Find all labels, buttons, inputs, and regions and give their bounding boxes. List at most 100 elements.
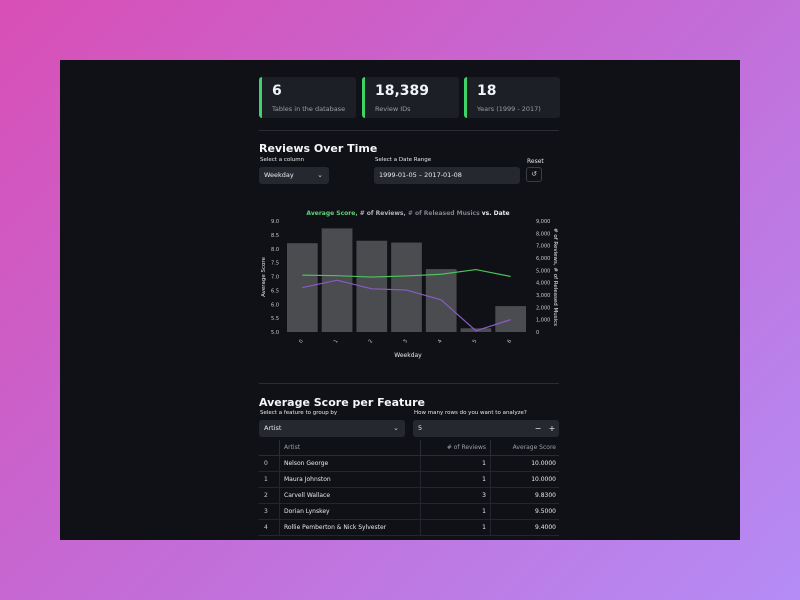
cell-num-reviews: 1 — [420, 455, 491, 472]
rows-number-input[interactable]: 5 − + — [413, 420, 559, 437]
section-title-feature: Average Score per Feature — [259, 396, 425, 409]
table-row: 0 Nelson George 1 10.0000 — [259, 455, 559, 472]
x-tick-label: 5 — [472, 339, 479, 345]
right-tick-label: 8,000 — [536, 231, 550, 237]
row-index: 4 — [259, 519, 280, 536]
right-tick-label: 3,000 — [536, 293, 550, 299]
series-line-average-score — [302, 268, 511, 278]
table-row: 2 Carvell Wallace 3 9.8300 — [259, 487, 559, 504]
header-num-reviews[interactable]: # of Reviews — [420, 440, 491, 456]
right-tick-label: 9,000 — [536, 219, 550, 225]
date-range-input[interactable]: 1999-01-05 – 2017-01-08 — [374, 167, 520, 184]
right-tick-label: 2,000 — [536, 305, 550, 311]
right-tick-label: 0 — [536, 330, 539, 336]
divider — [259, 130, 559, 131]
decrement-button[interactable]: − — [531, 420, 545, 437]
table-row: 1 Maura Johnston 1 10.0000 — [259, 471, 559, 488]
column-select-label: Select a column — [260, 157, 305, 163]
metric-card-tables: 6 Tables in the database — [259, 77, 356, 118]
chart-title-part: vs. Date — [480, 210, 510, 217]
x-tick-label: 0 — [298, 339, 305, 345]
section-title-reviews: Reviews Over Time — [259, 142, 378, 155]
metric-value: 18 — [477, 83, 497, 99]
group-select-label: Select a feature to group by — [260, 410, 338, 416]
bar — [321, 228, 353, 332]
right-tick-label: 7,000 — [536, 244, 550, 250]
left-tick-label: 6.5 — [271, 288, 279, 294]
cell-artist: Rollie Pemberton & Nick Sylvester — [279, 519, 421, 536]
bar — [356, 240, 388, 332]
right-tick-label: 6,000 — [536, 256, 550, 262]
date-range-label: Select a Date Range — [375, 157, 432, 163]
x-tick-label: 4 — [437, 339, 444, 345]
header-index — [259, 440, 280, 456]
reset-label: Reset — [527, 158, 544, 165]
cell-average-score: 10.0000 — [490, 455, 559, 472]
y-axis-label-right: # of Reviews, # of Released Musics — [552, 228, 558, 326]
cell-num-reviews: 3 — [420, 487, 491, 504]
metric-label: Tables in the database — [272, 105, 346, 113]
reset-button[interactable]: ↺ — [526, 167, 542, 182]
x-axis-label: Weekday — [394, 352, 422, 359]
rows-input-value: 5 — [418, 424, 423, 432]
x-tick-label: 3 — [402, 339, 409, 345]
x-tick-label: 6 — [506, 339, 513, 345]
cell-average-score: 10.0000 — [490, 471, 559, 488]
left-tick-label: 8.0 — [271, 247, 279, 253]
bar — [495, 306, 526, 332]
results-table: Artist # of Reviews Average Score 0 Nels… — [259, 440, 559, 536]
row-index: 3 — [259, 503, 280, 520]
app-window: 6 Tables in the database 18,389 Review I… — [60, 60, 740, 540]
left-tick-label: 6.0 — [271, 302, 279, 308]
left-tick-label: 7.0 — [271, 275, 279, 281]
header-artist[interactable]: Artist — [279, 440, 421, 456]
cell-num-reviews: 1 — [420, 471, 491, 488]
bar — [391, 242, 422, 332]
cell-average-score: 9.8300 — [490, 487, 559, 504]
chart-title: Average Score, # of Reviews, # of Releas… — [306, 210, 509, 217]
divider — [259, 383, 559, 384]
row-index: 1 — [259, 471, 280, 488]
column-select[interactable]: Weekday ⌄ — [259, 167, 329, 184]
left-tick-label: 5.0 — [271, 330, 279, 336]
column-select-value: Weekday — [264, 171, 294, 179]
metric-label: Review IDs — [375, 105, 411, 113]
metric-label: Years (1999 - 2017) — [477, 105, 541, 113]
chart-title-part: # of Released Musics — [408, 210, 480, 217]
cell-artist: Dorian Lynskey — [279, 503, 421, 520]
rows-input-label: How many rows do you want to analyze? — [414, 410, 527, 416]
x-tick-label: 2 — [368, 339, 375, 345]
table-row: 4 Rollie Pemberton & Nick Sylvester 1 9.… — [259, 519, 559, 536]
increment-button[interactable]: + — [545, 420, 559, 437]
cell-artist: Nelson George — [279, 455, 421, 472]
left-tick-label: 7.5 — [271, 261, 279, 267]
row-index: 2 — [259, 487, 280, 504]
chart-title-part: # of Reviews — [360, 210, 404, 217]
right-tick-label: 4,000 — [536, 281, 550, 287]
metric-card-years: 18 Years (1999 - 2017) — [464, 77, 560, 118]
table-row: 3 Dorian Lynskey 1 9.5000 — [259, 503, 559, 520]
date-range-value: 1999-01-05 – 2017-01-08 — [379, 171, 462, 179]
header-average-score[interactable]: Average Score — [490, 440, 559, 456]
chevron-down-icon: ⌄ — [393, 424, 399, 432]
right-tick-label: 5,000 — [536, 268, 550, 274]
cell-artist: Carvell Wallace — [279, 487, 421, 504]
cell-artist: Maura Johnston — [279, 471, 421, 488]
left-tick-label: 5.5 — [271, 316, 279, 322]
metric-card-review-ids: 18,389 Review IDs — [362, 77, 459, 118]
left-tick-label: 8.5 — [271, 233, 279, 239]
cell-num-reviews: 1 — [420, 503, 491, 520]
left-tick-label: 9.0 — [271, 219, 279, 225]
chevron-down-icon: ⌄ — [317, 171, 323, 179]
chart-title-part: , — [355, 210, 359, 217]
group-select[interactable]: Artist ⌄ — [259, 420, 405, 437]
x-tick-label: 1 — [333, 339, 340, 345]
series-line-of-reviews — [302, 279, 511, 332]
table-header-row: Artist # of Reviews Average Score — [259, 440, 559, 456]
metric-value: 18,389 — [375, 83, 430, 99]
bar — [425, 269, 457, 332]
cell-num-reviews: 1 — [420, 519, 491, 536]
bar — [460, 328, 492, 332]
group-select-value: Artist — [264, 424, 282, 432]
right-tick-label: 1,000 — [536, 318, 550, 324]
